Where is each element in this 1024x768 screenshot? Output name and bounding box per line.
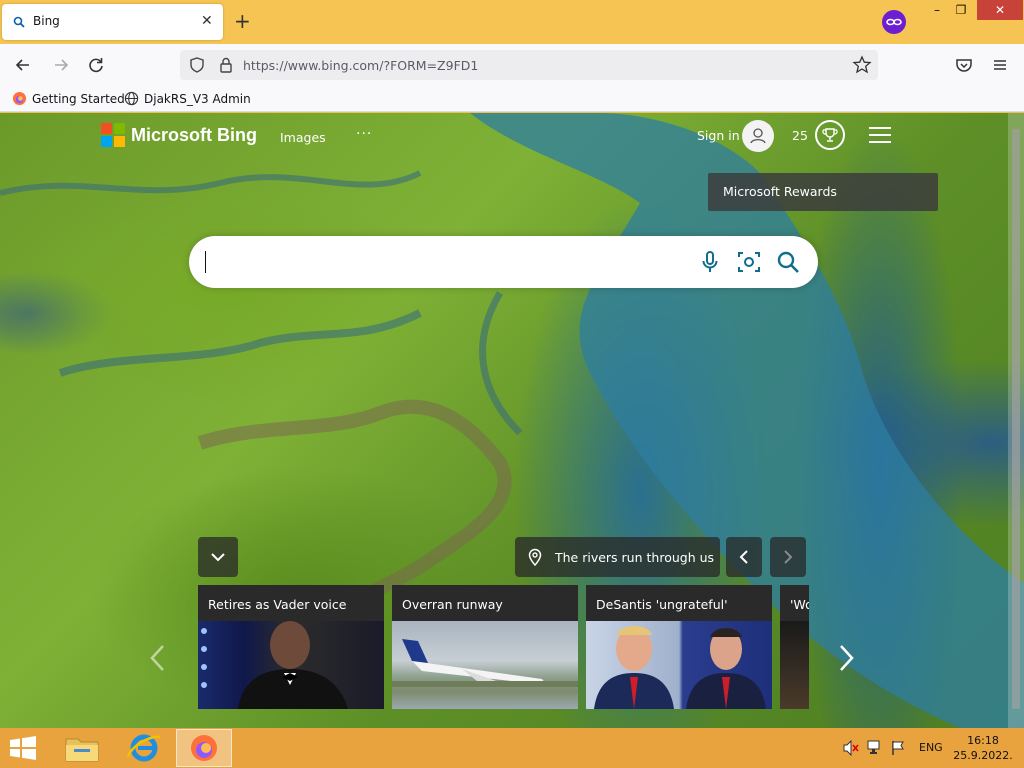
- hamburger-menu-icon[interactable]: [869, 127, 891, 143]
- user-avatar-icon[interactable]: [742, 120, 774, 152]
- new-tab-button[interactable]: +: [234, 11, 251, 31]
- news-card-title: Overran runway: [402, 597, 503, 612]
- news-card-title: DeSantis 'ungrateful': [596, 597, 728, 612]
- file-explorer-icon: [65, 738, 99, 762]
- news-card[interactable]: Overran runway: [392, 585, 578, 709]
- news-card[interactable]: DeSantis 'ungrateful': [586, 585, 772, 709]
- system-clock[interactable]: 16:18 25.9.2022.: [950, 733, 1016, 763]
- tab-close-icon[interactable]: ✕: [201, 14, 213, 28]
- lock-icon[interactable]: [218, 56, 234, 74]
- news-carousel: Retires as Vader voice Overran runway De…: [198, 585, 809, 709]
- image-location-button[interactable]: The rivers run through us: [515, 537, 720, 577]
- bookmarks-toolbar: Getting Started DjakRS_V3 Admin: [0, 86, 1024, 112]
- news-card-title: Retires as Vader voice: [208, 597, 347, 612]
- app-menu-icon[interactable]: [990, 55, 1010, 75]
- firefox-icon: [12, 91, 27, 106]
- reload-icon[interactable]: [86, 55, 106, 75]
- carousel-prev-arrow-icon[interactable]: [148, 643, 168, 673]
- microphone-icon[interactable]: [697, 249, 723, 275]
- microsoft-logo-icon: [101, 123, 125, 147]
- bookmark-label: DjakRS_V3 Admin: [144, 92, 251, 106]
- nav-images-link[interactable]: Images: [280, 130, 326, 145]
- tab-title: Bing: [33, 14, 60, 28]
- rewards-tooltip: Microsoft Rewards: [708, 173, 938, 211]
- bookmark-label: Getting Started: [32, 92, 125, 106]
- bookmark-djakrs-admin[interactable]: DjakRS_V3 Admin: [124, 91, 251, 107]
- input-language[interactable]: ENG: [919, 741, 943, 754]
- visual-search-camera-icon[interactable]: [736, 249, 762, 275]
- text-caret: [205, 251, 206, 273]
- maximize-button[interactable]: ❐: [946, 0, 976, 20]
- clock-time: 16:18: [967, 734, 999, 747]
- page-scrollbar[interactable]: [1008, 113, 1024, 728]
- taskbar-internet-explorer[interactable]: [116, 729, 172, 767]
- next-image-button[interactable]: [770, 537, 806, 577]
- bing-homepage: Microsoft Bing Images ··· Sign in 25 Mic…: [0, 113, 1024, 728]
- location-pin-icon: [528, 548, 542, 566]
- search-box[interactable]: [189, 236, 818, 288]
- news-card-image: [392, 621, 578, 709]
- globe-icon: [124, 91, 139, 106]
- title-bar: Bing ✕ + – ❐ ✕: [0, 0, 1024, 44]
- news-card[interactable]: Retires as Vader voice: [198, 585, 384, 709]
- shield-icon[interactable]: [188, 56, 206, 74]
- news-card-image: [198, 621, 384, 709]
- carousel-next-arrow-icon[interactable]: [836, 643, 856, 673]
- news-card-image: [780, 621, 809, 709]
- image-caption: The rivers run through us: [555, 550, 715, 565]
- speaker-muted-icon[interactable]: [842, 740, 860, 756]
- chevron-left-icon: [739, 550, 748, 564]
- previous-image-button[interactable]: [726, 537, 762, 577]
- forward-arrow-icon[interactable]: [51, 55, 71, 75]
- search-icon[interactable]: [775, 249, 801, 275]
- taskbar-firefox[interactable]: [176, 729, 232, 767]
- rewards-points[interactable]: 25: [792, 128, 808, 143]
- private-browsing-icon: [882, 10, 906, 34]
- rewards-trophy-icon[interactable]: [815, 120, 845, 150]
- scrollbar-thumb[interactable]: [1012, 129, 1020, 709]
- network-icon[interactable]: [866, 740, 884, 756]
- clock-date: 25.9.2022.: [953, 749, 1013, 762]
- tab-bing[interactable]: Bing ✕: [2, 4, 223, 40]
- back-arrow-icon[interactable]: [13, 55, 33, 75]
- windows-taskbar: ENG 16:18 25.9.2022.: [0, 728, 1024, 768]
- brand-name: Microsoft Bing: [131, 125, 257, 145]
- url-text[interactable]: https://www.bing.com/?FORM=Z9FD1: [243, 58, 478, 73]
- address-bar[interactable]: https://www.bing.com/?FORM=Z9FD1: [180, 50, 878, 80]
- chevron-down-icon: [211, 553, 225, 562]
- action-center-flag-icon[interactable]: [890, 740, 906, 756]
- taskbar-file-explorer[interactable]: [54, 729, 110, 767]
- bookmark-star-icon[interactable]: [852, 55, 872, 75]
- collapse-feed-button[interactable]: [198, 537, 238, 577]
- sign-in-link[interactable]: Sign in: [697, 128, 740, 143]
- chevron-right-icon: [784, 550, 793, 564]
- news-card-title: 'Wo: [790, 597, 809, 612]
- search-input[interactable]: [205, 248, 685, 276]
- windows-start-icon[interactable]: [8, 736, 38, 760]
- search-icon: [13, 16, 25, 28]
- firefox-icon: [191, 735, 217, 761]
- more-icon[interactable]: ···: [356, 126, 372, 142]
- pocket-icon[interactable]: [954, 55, 974, 75]
- news-card-image: [586, 621, 772, 709]
- bookmark-getting-started[interactable]: Getting Started: [12, 91, 125, 107]
- news-card[interactable]: 'Wo: [780, 585, 809, 709]
- internet-explorer-icon: [126, 734, 161, 762]
- close-window-button[interactable]: ✕: [977, 0, 1023, 20]
- navigation-toolbar: https://www.bing.com/?FORM=Z9FD1: [0, 44, 1024, 86]
